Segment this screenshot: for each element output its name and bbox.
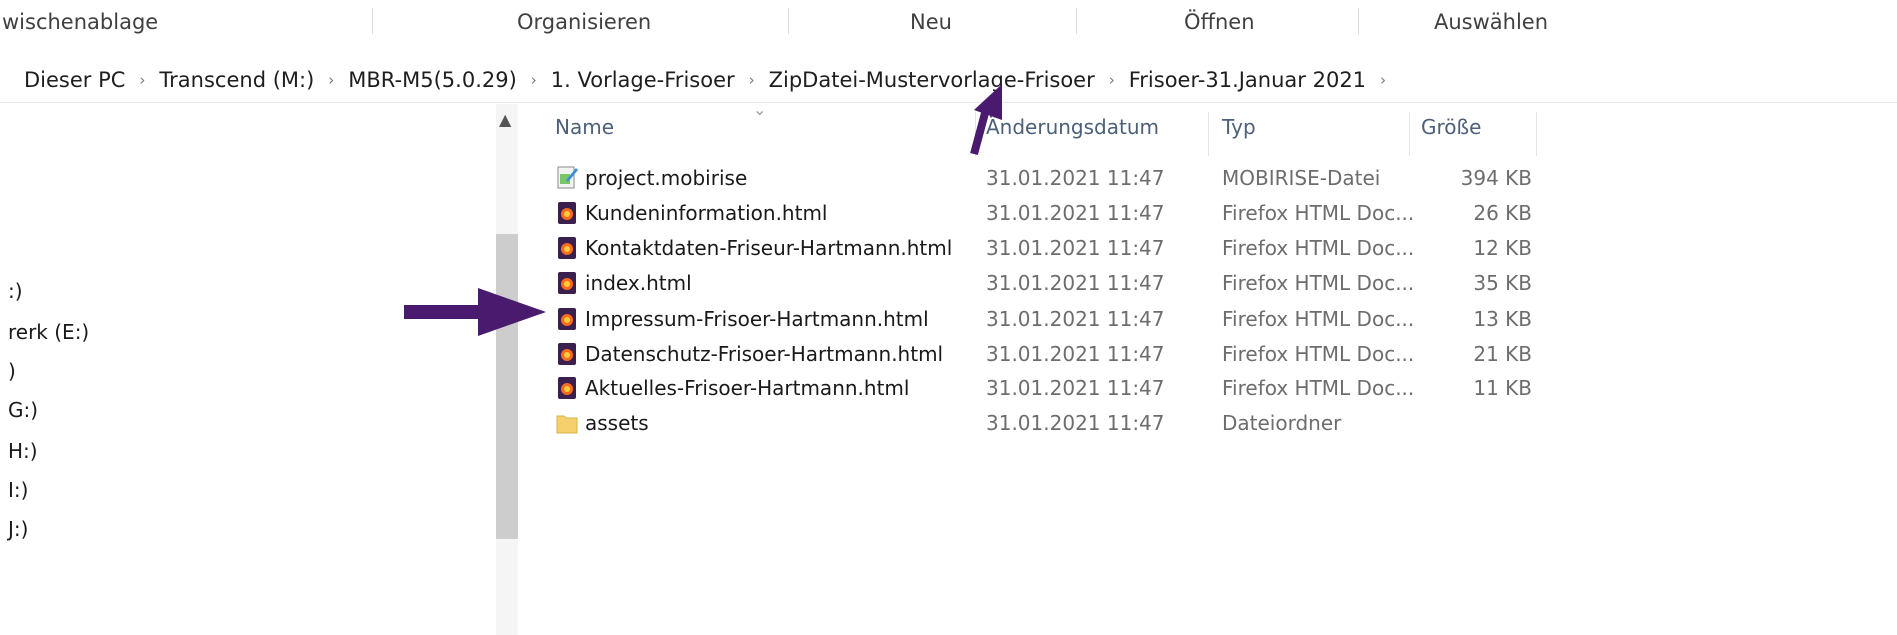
nav-item-drive-e[interactable]: rerk (E:) [8, 320, 89, 344]
ribbon-group-new: Neu [910, 10, 952, 34]
nav-scrollbar-thumb[interactable] [496, 234, 518, 539]
file-name: Aktuelles-Frisoer-Hartmann.html [585, 376, 910, 400]
firefox-html-icon [558, 202, 576, 224]
folder-icon [556, 415, 578, 434]
chevron-right-icon[interactable]: › [749, 71, 755, 89]
file-size: 35 KB [1473, 271, 1532, 295]
firefox-html-icon [558, 377, 576, 399]
file-size: 12 KB [1473, 236, 1532, 260]
column-header-date[interactable]: Änderungsdatum [986, 115, 1159, 149]
column-header-name[interactable]: Name [555, 115, 614, 149]
file-date: 31.01.2021 11:47 [986, 342, 1165, 366]
firefox-html-icon [558, 237, 576, 259]
file-row[interactable]: Kontaktdaten-Friseur-Hartmann.html 31.01… [545, 231, 1545, 265]
navigation-pane: :) rerk (E:) ) G:) H:) I:) J:) ▲ [0, 104, 530, 635]
ribbon-divider [788, 8, 789, 34]
column-header-type[interactable]: Typ [1222, 115, 1256, 149]
nav-item-drive[interactable]: :) [8, 279, 23, 303]
sort-chevron-icon: ⌄ [753, 100, 767, 119]
firefox-html-icon [558, 272, 576, 294]
file-name: assets [585, 411, 649, 435]
file-date: 31.01.2021 11:47 [986, 271, 1165, 295]
nav-item-drive-h[interactable]: H:) [8, 439, 38, 463]
file-date: 31.01.2021 11:47 [986, 411, 1165, 435]
file-name: Kontaktdaten-Friseur-Hartmann.html [585, 236, 953, 260]
annotation-arrow-up [970, 84, 1002, 156]
file-name: index.html [585, 271, 692, 295]
file-row[interactable]: assets 31.01.2021 11:47 Dateiordner [545, 406, 1545, 440]
nav-item-drive-g[interactable]: G:) [8, 398, 38, 422]
chevron-right-icon[interactable]: › [1380, 71, 1386, 89]
chevron-right-icon[interactable]: › [531, 71, 537, 89]
firefox-html-icon [558, 308, 576, 330]
file-date: 31.01.2021 11:47 [986, 376, 1165, 400]
file-date: 31.01.2021 11:47 [986, 166, 1165, 190]
column-divider[interactable] [1409, 112, 1410, 156]
annotation-arrow-right [404, 288, 546, 336]
breadcrumb-this-pc[interactable]: Dieser PC [24, 68, 125, 92]
file-date: 31.01.2021 11:47 [986, 307, 1165, 331]
ribbon-group-select: Auswählen [1434, 10, 1549, 34]
scroll-up-icon[interactable]: ▲ [499, 110, 511, 129]
chevron-right-icon[interactable]: › [139, 71, 145, 89]
breadcrumb-vorlage-frisoer[interactable]: 1. Vorlage-Frisoer [551, 68, 735, 92]
chevron-right-icon[interactable]: › [328, 71, 334, 89]
breadcrumb-mbr-m5[interactable]: MBR-M5(5.0.29) [348, 68, 517, 92]
chevron-right-icon[interactable]: › [1109, 71, 1115, 89]
nav-item-drive-j[interactable]: J:) [8, 517, 28, 541]
ribbon-group-open: Öffnen [1184, 10, 1255, 34]
breadcrumb-zipdatei[interactable]: ZipDatei-Mustervorlage-Frisoer [769, 68, 1095, 92]
breadcrumb-current-folder[interactable]: Frisoer-31.Januar 2021 [1129, 68, 1366, 92]
column-divider[interactable] [1536, 112, 1537, 156]
file-row[interactable]: index.html 31.01.2021 11:47 Firefox HTML… [545, 266, 1545, 300]
column-header-size[interactable]: Größe [1421, 115, 1481, 149]
file-size: 11 KB [1473, 376, 1532, 400]
file-row[interactable]: project.mobirise 31.01.2021 11:47 MOBIRI… [545, 161, 1545, 195]
file-row[interactable]: Datenschutz-Frisoer-Hartmann.html 31.01.… [545, 337, 1545, 371]
ribbon-divider [1076, 8, 1077, 34]
ribbon-group-labels: wischenablage Organisieren Neu Öffnen Au… [0, 0, 1897, 46]
ribbon-divider [372, 8, 373, 34]
file-size: 13 KB [1473, 307, 1532, 331]
file-row[interactable]: Impressum-Frisoer-Hartmann.html 31.01.20… [545, 302, 1545, 336]
file-type: Dateiordner [1222, 411, 1342, 435]
nav-item-drive-i[interactable]: I:) [8, 478, 28, 502]
breadcrumb-transcend[interactable]: Transcend (M:) [159, 68, 314, 92]
file-size: 394 KB [1460, 166, 1532, 190]
file-name: Impressum-Frisoer-Hartmann.html [585, 307, 929, 331]
file-date: 31.01.2021 11:47 [986, 236, 1165, 260]
file-name: project.mobirise [585, 166, 748, 190]
file-name: Kundeninformation.html [585, 201, 828, 225]
file-type: MOBIRISE-Datei [1222, 166, 1381, 190]
firefox-html-icon [558, 343, 576, 365]
file-name: Datenschutz-Frisoer-Hartmann.html [585, 342, 944, 366]
file-row[interactable]: Aktuelles-Frisoer-Hartmann.html 31.01.20… [545, 371, 1545, 405]
file-size: 26 KB [1473, 201, 1532, 225]
mobirise-file-icon [557, 166, 578, 189]
ribbon-divider [1358, 8, 1359, 34]
ribbon-group-clipboard: wischenablage [2, 10, 159, 34]
nav-item-drive[interactable]: ) [8, 359, 16, 383]
file-date: 31.01.2021 11:47 [986, 201, 1165, 225]
breadcrumb: Dieser PC › Transcend (M:) › MBR-M5(5.0.… [0, 58, 1897, 103]
ribbon-group-organize: Organisieren [517, 10, 652, 34]
column-divider[interactable] [1208, 112, 1209, 156]
file-size: 21 KB [1473, 342, 1532, 366]
file-row[interactable]: Kundeninformation.html 31.01.2021 11:47 … [545, 196, 1545, 230]
